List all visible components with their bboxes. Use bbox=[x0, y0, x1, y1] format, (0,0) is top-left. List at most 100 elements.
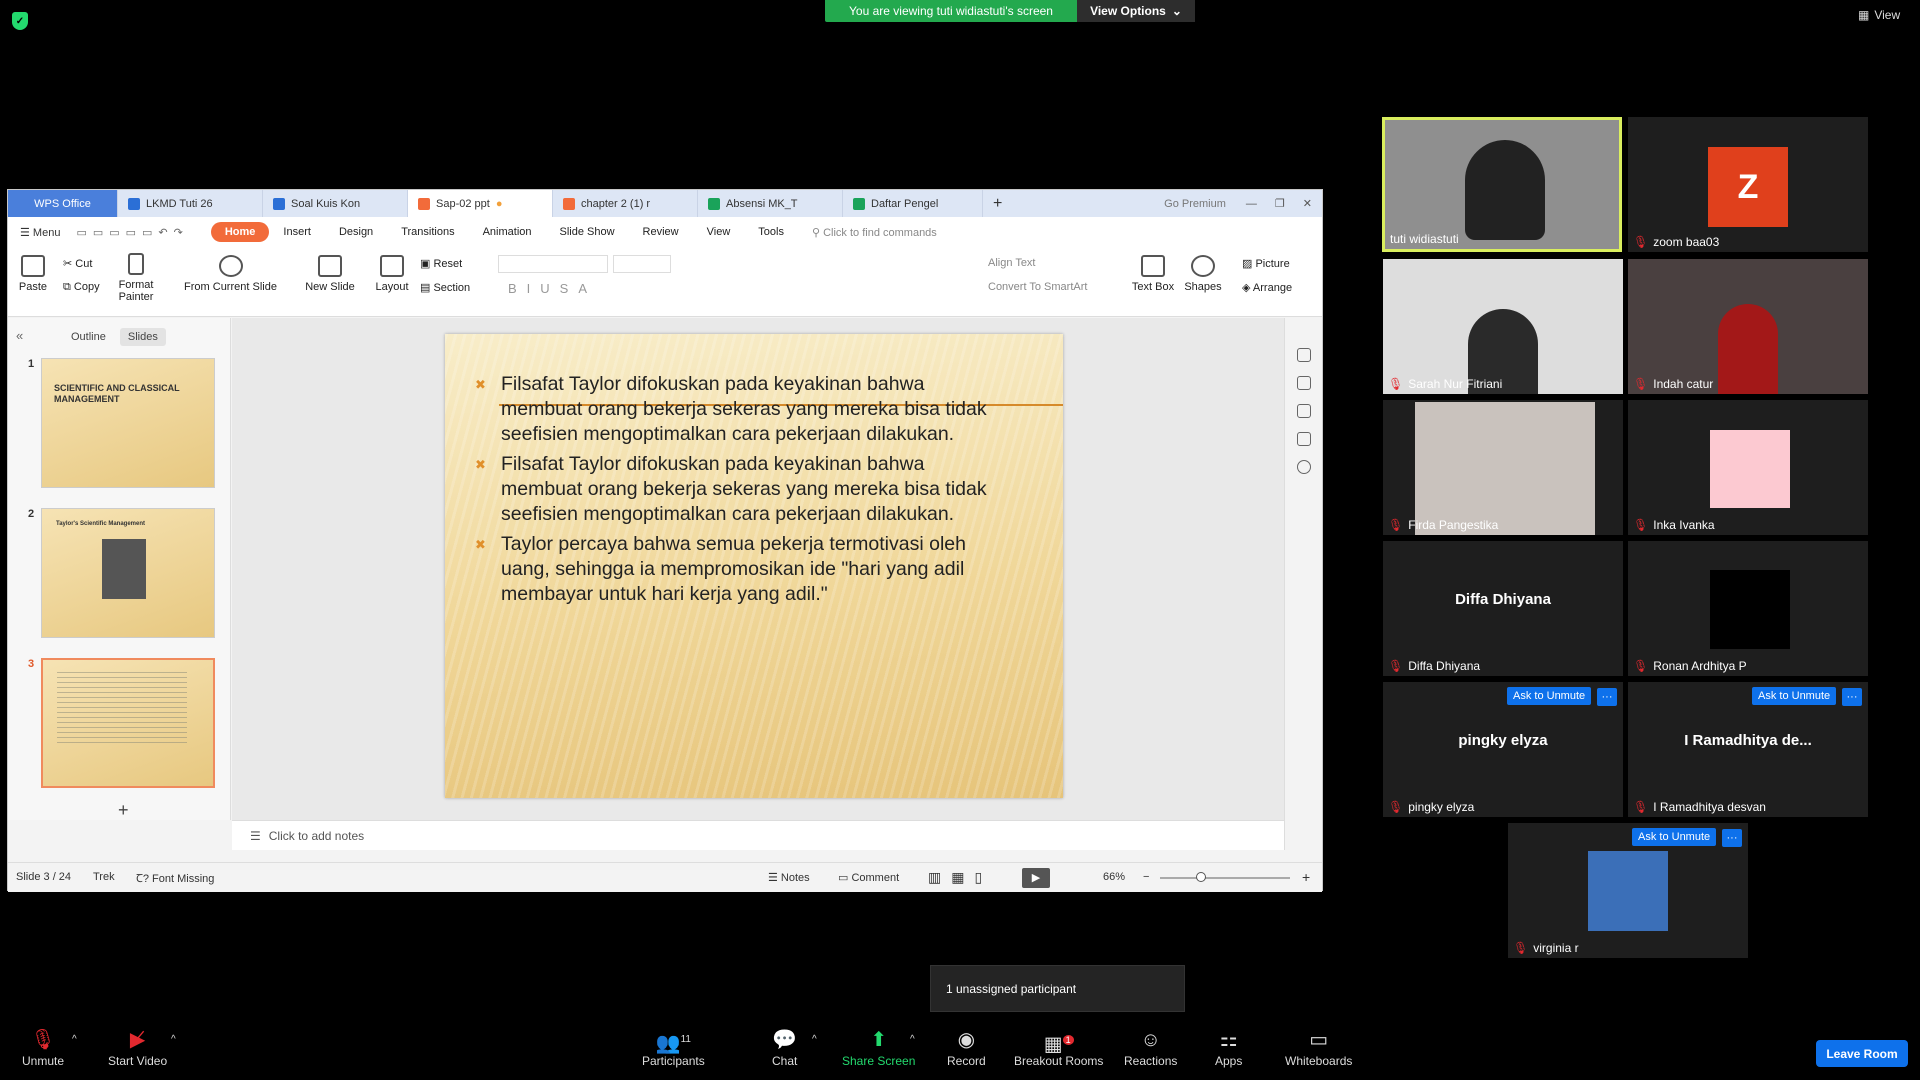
tab-soal-kuis[interactable]: Soal Kuis Kon bbox=[263, 190, 408, 217]
notes-toggle[interactable]: ☰ Notes bbox=[768, 871, 810, 884]
participant-tile[interactable]: Ask to Unmute ··· pingky elyza 🎙 pingky e… bbox=[1383, 682, 1623, 817]
new-tab-plus-icon[interactable]: + bbox=[983, 190, 1012, 217]
participant-tile[interactable]: 🎙 Sarah Nur Fitriani bbox=[1383, 259, 1623, 394]
copy-button[interactable]: ⧉ Copy bbox=[63, 281, 100, 294]
font-missing-button[interactable]: Ꞇ? Font Missing bbox=[136, 871, 214, 886]
play-slideshow-icon[interactable]: ▶ bbox=[1022, 868, 1050, 888]
tab-slides[interactable]: Slides bbox=[119, 328, 166, 346]
tab-view[interactable]: View bbox=[693, 226, 745, 238]
search-commands[interactable]: ⚲ Click to find commands bbox=[798, 226, 951, 239]
zoom-out-icon[interactable]: − bbox=[1143, 871, 1149, 883]
chat-button[interactable]: 💬 Chat bbox=[772, 1026, 797, 1068]
participant-tile[interactable]: tuti widiastuti bbox=[1382, 117, 1622, 252]
shapes-button[interactable]: Shapes bbox=[1180, 255, 1226, 293]
slide-thumbnail-1[interactable]: SCIENTIFIC AND CLASSICAL MANAGEMENT bbox=[41, 358, 215, 488]
align-text-button[interactable]: Align Text bbox=[988, 257, 1036, 269]
slide-panel-icon[interactable] bbox=[1296, 348, 1311, 362]
participant-tile[interactable]: 🎙 Inka Ivanka bbox=[1628, 400, 1868, 535]
leave-room-button[interactable]: Leave Room bbox=[1816, 1040, 1908, 1067]
maximize-icon[interactable]: ❐ bbox=[1275, 197, 1285, 210]
font-family-select[interactable] bbox=[498, 255, 608, 273]
close-icon[interactable]: ✕ bbox=[1303, 197, 1312, 210]
zoom-slider-thumb[interactable] bbox=[1196, 872, 1206, 882]
format-painter-button[interactable]: Format Painter bbox=[116, 253, 156, 303]
minimize-icon[interactable]: — bbox=[1246, 198, 1257, 210]
participant-tile[interactable]: 🎙 Firda Pangestika bbox=[1383, 400, 1623, 535]
tab-outline[interactable]: Outline bbox=[63, 328, 114, 346]
tab-home[interactable]: Home bbox=[210, 222, 270, 242]
collapse-panel-icon[interactable]: « bbox=[16, 328, 23, 343]
tab-chapter-2[interactable]: chapter 2 (1) r bbox=[553, 190, 698, 217]
view-button[interactable]: ▦ View bbox=[1858, 8, 1900, 22]
tab-design[interactable]: Design bbox=[325, 226, 387, 238]
participant-tile[interactable]: 🎙 Ronan Ardhitya P bbox=[1628, 541, 1868, 676]
participant-tile[interactable]: Ask to Unmute ··· 🎙 virginia r bbox=[1508, 823, 1748, 958]
quick-access-icons[interactable]: ▭▭▭▭▭↶↷ bbox=[68, 226, 196, 239]
participant-tile[interactable]: Diffa Dhiyana 🎙 Diffa Dhiyana bbox=[1383, 541, 1623, 676]
cut-button[interactable]: ✂ Cut bbox=[63, 257, 92, 270]
layout-button[interactable]: Layout bbox=[368, 255, 416, 293]
tab-animation[interactable]: Animation bbox=[469, 226, 546, 238]
section-button[interactable]: ▤ Section bbox=[420, 281, 470, 294]
unmute-button[interactable]: 🎙 Unmute bbox=[22, 1026, 64, 1068]
slide-thumbnail-2[interactable]: Taylor's Scientific Management bbox=[41, 508, 215, 638]
ask-to-unmute-button[interactable]: Ask to Unmute bbox=[1752, 687, 1837, 705]
reset-button[interactable]: ▣ Reset bbox=[420, 257, 462, 270]
tab-sap-02-ppt[interactable]: Sap-02 ppt ● bbox=[408, 190, 553, 217]
view-mode-icons[interactable]: ▥▦▯ bbox=[928, 869, 992, 886]
share-screen-button[interactable]: ⬆ Share Screen bbox=[842, 1026, 915, 1068]
chat-options-caret-icon[interactable]: ^ bbox=[812, 1034, 817, 1045]
go-premium-button[interactable]: Go Premium bbox=[1154, 190, 1236, 217]
tab-insert[interactable]: Insert bbox=[269, 226, 325, 238]
participant-tile[interactable]: Z 🎙 zoom baa03 bbox=[1628, 117, 1868, 252]
more-options-button[interactable]: ··· bbox=[1597, 688, 1617, 706]
participant-tile[interactable]: Ask to Unmute ··· I Ramadhitya de... 🎙 I … bbox=[1628, 682, 1868, 817]
tab-absensi[interactable]: Absensi MK_T bbox=[698, 190, 843, 217]
video-options-caret-icon[interactable]: ^ bbox=[171, 1034, 176, 1045]
security-shield-icon[interactable]: ✓ bbox=[12, 12, 28, 30]
tab-daftar-pengel[interactable]: Daftar Pengel bbox=[843, 190, 983, 217]
arrange-button[interactable]: ◈ Arrange bbox=[1242, 281, 1292, 294]
ask-to-unmute-button[interactable]: Ask to Unmute bbox=[1507, 687, 1592, 705]
picture-button[interactable]: ▨ Picture bbox=[1242, 257, 1290, 270]
current-slide[interactable]: Filsafat Taylor difokuskan pada keyakina… bbox=[445, 334, 1063, 798]
audio-options-caret-icon[interactable]: ^ bbox=[72, 1034, 77, 1045]
zoom-in-icon[interactable]: + bbox=[1302, 869, 1310, 885]
help-icon[interactable] bbox=[1296, 460, 1311, 474]
whiteboards-button[interactable]: ▭ Whiteboards bbox=[1285, 1026, 1352, 1068]
tab-slide-show[interactable]: Slide Show bbox=[546, 226, 629, 238]
paste-button[interactable]: Paste bbox=[16, 255, 50, 293]
tab-wps-office[interactable]: WPS Office bbox=[8, 190, 118, 217]
add-slide-plus-icon[interactable]: + bbox=[118, 800, 129, 821]
tab-transitions[interactable]: Transitions bbox=[387, 226, 468, 238]
participants-button[interactable]: 👥11 Participants bbox=[642, 1026, 705, 1068]
more-options-button[interactable]: ··· bbox=[1842, 688, 1862, 706]
history-icon[interactable] bbox=[1296, 432, 1311, 446]
start-video-button[interactable]: ▶̸ Start Video bbox=[108, 1026, 167, 1068]
zoom-slider[interactable] bbox=[1160, 877, 1290, 879]
ask-to-unmute-button[interactable]: Ask to Unmute bbox=[1632, 828, 1717, 846]
record-button[interactable]: ◉ Record bbox=[947, 1026, 986, 1068]
menu-button[interactable]: ☰ Menu bbox=[8, 226, 68, 239]
from-current-slide-button[interactable]: From Current Slide bbox=[178, 255, 283, 293]
animation-icon[interactable] bbox=[1296, 376, 1311, 390]
new-slide-button[interactable]: New Slide bbox=[300, 255, 360, 293]
tab-review[interactable]: Review bbox=[629, 226, 693, 238]
slide-thumbnail-3[interactable] bbox=[41, 658, 215, 788]
breakout-rooms-button[interactable]: ▦ 1 Breakout Rooms bbox=[1014, 1026, 1103, 1068]
text-box-button[interactable]: Text Box bbox=[1130, 255, 1176, 293]
more-options-button[interactable]: ··· bbox=[1722, 829, 1742, 847]
text-format-icons[interactable]: BIUSA bbox=[508, 281, 597, 296]
view-options-button[interactable]: View Options ⌄ bbox=[1077, 0, 1195, 22]
apps-button[interactable]: ⚏ Apps bbox=[1215, 1026, 1242, 1068]
share-options-caret-icon[interactable]: ^ bbox=[910, 1034, 915, 1045]
tab-tools[interactable]: Tools bbox=[744, 226, 798, 238]
reactions-button[interactable]: ☺ Reactions bbox=[1124, 1026, 1177, 1068]
tab-lkmd[interactable]: LKMD Tuti 26 bbox=[118, 190, 263, 217]
properties-icon[interactable] bbox=[1296, 404, 1311, 418]
convert-smartart-button[interactable]: Convert To SmartArt bbox=[988, 281, 1087, 293]
comment-button[interactable]: ▭ Comment bbox=[838, 871, 899, 884]
notes-area[interactable]: ☰ Click to add notes bbox=[232, 820, 1284, 850]
font-size-select[interactable] bbox=[613, 255, 671, 273]
participant-tile[interactable]: 🎙 Indah catur bbox=[1628, 259, 1868, 394]
